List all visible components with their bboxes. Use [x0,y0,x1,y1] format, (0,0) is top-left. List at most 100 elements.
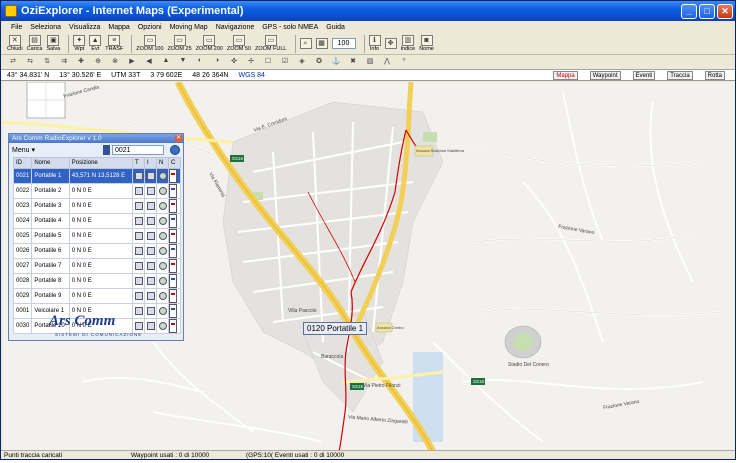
column-header[interactable]: Posizione [68,157,134,169]
tool-icon[interactable]: ⋀ [381,57,393,68]
table-row[interactable]: 0026 Portatile 60 N 0 E [12,243,181,259]
cell-action[interactable] [132,168,145,184]
toolbar-button[interactable]: ▦ [315,38,328,49]
toolbar-button[interactable]: ▭ ZOOM 200 [196,35,223,52]
menu-item[interactable]: Visualizza [69,24,100,31]
toolbar-button[interactable]: ▭ ZOOM FULL [255,35,287,52]
cell-action[interactable] [156,258,169,274]
tool-icon[interactable]: ▧ [364,57,376,68]
cell-action[interactable] [144,273,157,289]
close-button[interactable]: ✕ [717,3,733,19]
column-header[interactable]: ID [12,157,33,169]
toolbar-button[interactable]: ✥ [384,38,397,49]
tool-icon[interactable]: ◈ [296,57,308,68]
cell-action[interactable] [144,318,157,334]
cell-action[interactable] [144,258,157,274]
toolbar-button[interactable]: ✦ Wpt [73,35,86,52]
cell-action[interactable] [144,183,157,199]
cell-action[interactable] [168,303,181,319]
radio-search-input[interactable] [112,145,164,155]
cell-action[interactable] [168,183,181,199]
cell-action[interactable] [168,318,181,334]
cell-action[interactable] [144,198,157,214]
toolbar-button[interactable]: ▭ ZOOM 100 [136,35,164,52]
radio-search-button[interactable] [170,145,180,155]
column-header[interactable]: I [144,157,157,169]
menu-item[interactable]: Guida [326,24,345,31]
tool-icon[interactable]: ◐ [194,57,206,68]
toolbar-button[interactable]: ◙ Nome [419,35,434,52]
cell-action[interactable] [168,258,181,274]
layer-toggle-eventi[interactable]: Eventi [632,70,656,80]
cell-action[interactable] [168,198,181,214]
cell-action[interactable] [132,303,145,319]
table-row[interactable]: 0022 Portatile 20 N 0 E [12,183,181,199]
cell-action[interactable] [132,198,145,214]
column-header[interactable]: C [168,157,181,169]
table-row[interactable]: 0025 Portatile 50 N 0 E [12,228,181,244]
cell-action[interactable] [132,258,145,274]
tool-icon[interactable]: ✖ [347,57,359,68]
menu-item[interactable]: Moving Map [170,24,208,31]
column-header[interactable]: Nome [31,157,70,169]
column-header[interactable]: T [132,157,145,169]
cell-action[interactable] [132,243,145,259]
toolbar-button[interactable]: ▥ Indice [401,35,415,52]
tool-icon[interactable]: ✪ [313,57,325,68]
layer-toggle-mappa[interactable]: Mappa [553,70,578,80]
column-header[interactable]: N [156,157,169,169]
table-row[interactable]: 0021 Portatile 1 43,571 N 13,5128 E [12,168,181,184]
menu-item[interactable]: Navigazione [216,24,255,31]
menu-item[interactable]: Seleziona [30,24,61,31]
menu-item[interactable]: Mappa [108,24,129,31]
toolbar-button[interactable]: ℹ Info [368,35,381,52]
cell-action[interactable] [168,168,181,184]
cell-action[interactable] [132,213,145,229]
tool-icon[interactable]: ⇉ [58,57,70,68]
tool-icon[interactable]: ⇄ [7,57,19,68]
radio-panel-close-icon[interactable]: ✕ [175,135,182,142]
tool-icon[interactable]: ⊕ [92,57,104,68]
toolbar-button[interactable]: ▤ Carica [27,35,43,52]
cell-action[interactable] [156,288,169,304]
toolbar-button[interactable]: ▭ ZOOM 25 [168,35,192,52]
table-row[interactable]: 0029 Portatile 90 N 0 E [12,288,181,304]
tool-icon[interactable]: ✚ [75,57,87,68]
toolbar-button[interactable]: ▲ Evt [89,35,102,52]
menu-item[interactable]: Opzioni [138,24,162,31]
tool-icon[interactable]: ✢ [245,57,257,68]
tool-icon[interactable]: ☑ [279,57,291,68]
radio-menu-button[interactable]: Menu ▾ [12,146,100,154]
layer-toggle-traccia[interactable]: Traccia [667,70,693,80]
cell-action[interactable] [144,288,157,304]
toolbar-button[interactable]: ▣ Salva [47,35,60,52]
table-row[interactable]: 0023 Portatile 30 N 0 E [12,198,181,214]
cell-action[interactable] [156,168,169,184]
tool-icon[interactable]: ☐ [262,57,274,68]
layer-toggle-rotta[interactable]: Rotta [704,70,725,80]
tool-icon[interactable]: ▼ [177,57,189,68]
cell-action[interactable] [168,213,181,229]
cell-action[interactable] [132,288,145,304]
cell-action[interactable] [156,318,169,334]
unit-marker-label[interactable]: 0120 Portatile 1 [303,322,368,335]
zoom-select[interactable]: 100 [331,38,356,49]
cell-action[interactable] [132,183,145,199]
cell-action[interactable] [132,273,145,289]
toolbar-button[interactable]: ▭ ZOOM 50 [227,35,251,52]
tool-icon[interactable]: ♆ [398,57,410,68]
table-row[interactable]: 0028 Portatile 80 N 0 E [12,273,181,289]
toolbar-button[interactable]: ≡ TRASF [105,35,123,52]
tool-icon[interactable]: ⚓ [330,57,342,68]
tool-icon[interactable]: ▲ [160,57,172,68]
menu-item[interactable]: File [11,24,22,31]
menu-item[interactable]: GPS - solo NMEA [262,24,318,31]
tool-icon[interactable]: ◑ [211,57,223,68]
tool-icon[interactable]: ⇅ [41,57,53,68]
toolbar-button[interactable]: ⌕ [299,38,312,49]
cell-action[interactable] [144,228,157,244]
tool-icon[interactable]: ◀ [143,57,155,68]
cell-action[interactable] [168,288,181,304]
cell-action[interactable] [156,273,169,289]
cell-action[interactable] [168,243,181,259]
